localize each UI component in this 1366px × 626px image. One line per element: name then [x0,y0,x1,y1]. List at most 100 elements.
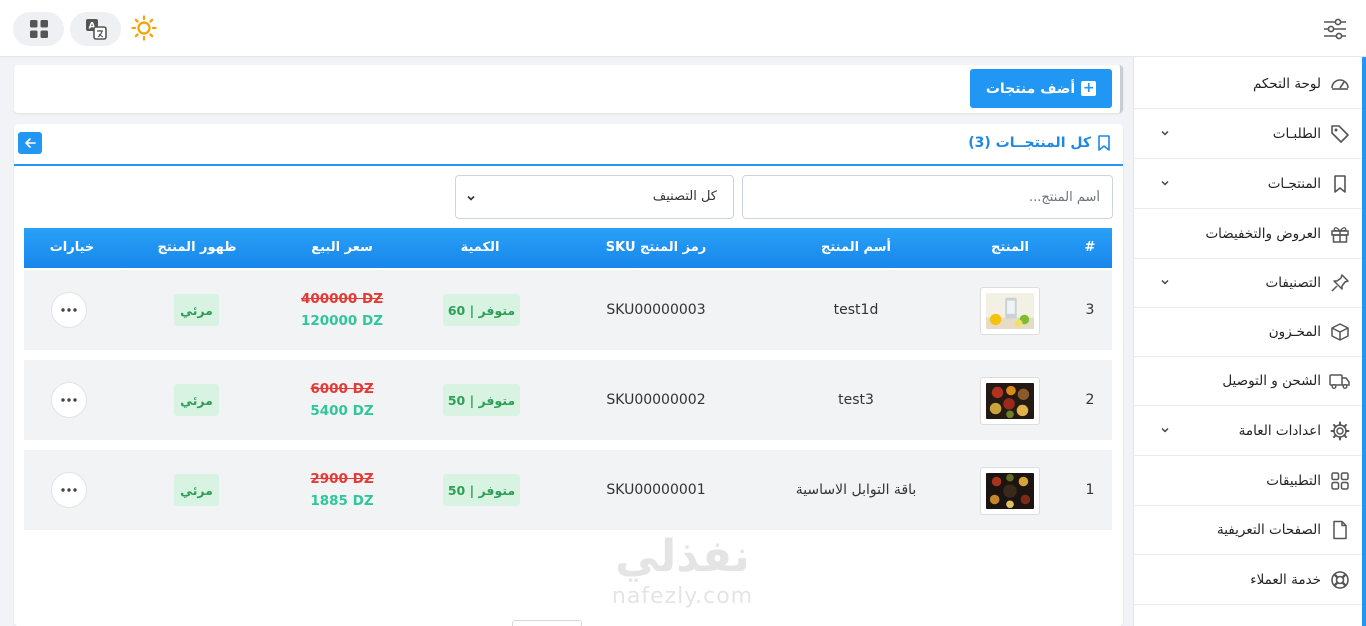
sidebar-item-offers[interactable]: العروض والتخفيضات [1134,209,1363,259]
category-select-value: كل التصنيف [652,189,717,204]
sidebar-item-label: الصفحات التعريفية [1216,521,1321,538]
product-thumbnail[interactable] [980,287,1040,335]
table-row: 2 test3 SKU00000002 متوفر | 50 6000 DZ 5… [24,360,1112,440]
add-product-button[interactable]: + أضف منتجات [970,69,1112,108]
product-name: باقة التوابل الاساسية [795,482,917,498]
gear-icon [1329,420,1351,442]
column-header: المنتج [990,240,1030,255]
product-thumbnail[interactable] [980,467,1040,515]
product-image [986,473,1034,509]
old-price: 400000 DZ [300,291,384,307]
price-cell: 400000 DZ 120000 DZ [301,288,383,332]
column-header: # [1084,240,1096,255]
products-card-header: كل المنتجــات (3) [14,124,1123,166]
pagination[interactable] [512,620,582,626]
sidebar-item-categories[interactable]: التصنيفات [1134,258,1363,308]
old-price: 2900 DZ [310,471,374,487]
sale-price: 5400 DZ [310,403,374,419]
column-header: ظهور المنتج [157,240,237,255]
sidebar-toggle-button[interactable] [1322,17,1348,41]
support-lifebuoy-icon [1329,569,1351,591]
sidebar-item-products[interactable]: المنتجـات [1134,159,1363,209]
add-product-label: أضف منتجات [985,80,1076,97]
sidebar-item-label: لوحة التحكم [1252,75,1321,92]
settings-sliders-icon [1324,18,1346,40]
sidebar-item-label: المنتجـات [1267,175,1321,192]
sidebar-item-label: الطلبـات [1272,125,1321,142]
old-price: 6000 DZ [310,381,374,397]
more-dots-icon [61,308,77,312]
chevron-down-icon [1161,427,1169,433]
file-icon [1329,519,1351,541]
sale-price: 120000 DZ [300,313,384,329]
visibility-badge[interactable]: مرئي [174,294,219,326]
column-header: خيارات [49,240,95,255]
product-image [986,293,1034,329]
row-index: 3 [1085,302,1095,318]
translate-icon: A [85,19,107,40]
sidebar-item-apps[interactable]: التطبيقات [1134,456,1363,506]
more-dots-icon [61,488,77,492]
products-title: كل المنتجــات (3) [968,135,1091,151]
sidebar-item-label: خدمة العملاء [1250,571,1321,588]
product-thumbnail[interactable] [980,377,1040,425]
chevron-down-icon [467,195,475,201]
column-header: سعر البيع [311,240,373,255]
column-header: الكمية [460,240,500,255]
stock-badge: متوفر | 50 [443,384,520,416]
actions-card: + أضف منتجات [14,65,1123,113]
sidebar-item-label: الشحن و التوصيل [1222,372,1321,389]
price-cell: 6000 DZ 5400 DZ [310,378,373,422]
stock-badge: متوفر | 60 [443,294,520,326]
row-index: 2 [1085,392,1095,408]
language-button[interactable]: A [70,12,121,46]
sun-icon [131,15,157,41]
pin-icon [1329,272,1351,294]
search-input[interactable] [742,175,1113,219]
price-cell: 2900 DZ 1885 DZ [310,468,373,512]
apps-grid-button[interactable] [13,12,64,46]
sidebar-item-label: التصنيفات [1265,274,1321,291]
sidebar-item-label: العروض والتخفيضات [1205,225,1321,242]
box-icon [1329,321,1351,343]
visibility-badge[interactable]: مرئي [174,474,219,506]
sidebar-item-inventory[interactable]: المخـزون [1134,307,1363,357]
row-options-button[interactable] [51,472,87,508]
row-options-button[interactable] [51,292,87,328]
plus-icon: + [1081,80,1097,96]
bookmark-icon [1329,173,1351,195]
product-sku: SKU00000002 [606,392,706,408]
table-row: 3 test1d SKU00000003 متوفر | 60 400000 D… [24,270,1112,350]
visibility-badge[interactable]: مرئي [174,384,219,416]
dashboard-gauge-icon [1329,73,1351,95]
apps-icon [1329,470,1351,492]
sidebar-item-pages[interactable]: الصفحات التعريفية [1134,505,1363,555]
sidebar-item-label: اعدادات العامة [1238,422,1321,439]
theme-toggle[interactable] [130,14,158,42]
category-select[interactable]: كل التصنيف [455,175,734,219]
product-name: test1d [833,302,879,318]
back-button[interactable] [18,132,42,154]
sidebar-item-label: التطبيقات [1266,472,1321,489]
top-bar: A [0,0,1366,57]
table-row: 1 باقة التوابل الاساسية SKU00000001 متوف… [24,450,1112,530]
sale-price: 1885 DZ [310,493,374,509]
sidebar-item-dashboard[interactable]: لوحة التحكم [1134,59,1363,109]
sidebar-item-support[interactable]: خدمة العملاء [1134,555,1363,605]
product-sku: SKU00000003 [606,302,706,318]
product-sku: SKU00000001 [606,482,706,498]
table-header: # المنتج أسم المنتج رمز المنتج SKU الكمي… [24,228,1112,268]
column-header: رمز المنتج SKU [605,240,707,255]
sidebar-item-orders[interactable]: الطلبـات [1134,109,1363,159]
bookmark-icon [1098,135,1110,151]
truck-icon [1329,370,1351,392]
page-title: كل المنتجــات (3) [968,135,1111,151]
chevron-down-icon [1161,130,1169,136]
row-options-button[interactable] [51,382,87,418]
row-index: 1 [1085,482,1095,498]
chevron-down-icon [1161,279,1169,285]
sidebar-item-general-settings[interactable]: اعدادات العامة [1134,406,1363,456]
sidebar-item-shipping[interactable]: الشحن و التوصيل [1134,356,1363,406]
product-name: test3 [838,392,874,408]
column-header: أسم المنتج [821,240,891,255]
